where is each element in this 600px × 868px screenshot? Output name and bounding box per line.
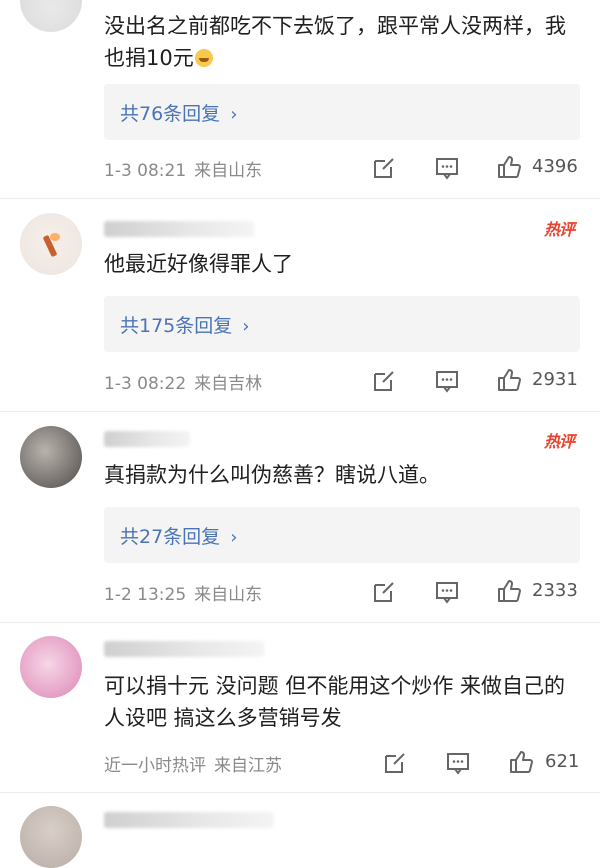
share-icon[interactable] — [382, 750, 408, 776]
share-icon[interactable] — [371, 155, 397, 181]
comment-meta: 1-2 13:25 来自山东 — [104, 580, 262, 605]
comment-meta: 近一小时热评 来自江苏 — [104, 751, 282, 776]
avatar[interactable] — [20, 0, 82, 32]
comment-time: 1-2 13:25 — [104, 585, 187, 605]
view-replies-link[interactable]: 共76条回复 › — [120, 99, 237, 126]
comment-text: 真捐款为什么叫伪慈善？瞎说八道。 — [104, 463, 440, 487]
chevron-right-icon: › — [242, 316, 250, 337]
divider — [0, 622, 600, 623]
comment-meta: 1-3 08:21 来自山东 — [104, 156, 262, 181]
like-count: 4396 — [532, 156, 578, 177]
comment-location: 来自山东 — [194, 585, 263, 605]
like-icon[interactable] — [496, 578, 522, 604]
comment-time: 近一小时热评 — [104, 756, 206, 776]
comment-text: 没出名之前都吃不下去饭了，跟平常人没两样，我也捐10元 — [104, 10, 576, 74]
avatar[interactable] — [20, 213, 82, 275]
laughing-crying-emoji-icon — [194, 49, 213, 67]
like-count: 621 — [545, 751, 580, 772]
reply-box[interactable]: 共27条回复 › — [104, 507, 580, 563]
chevron-right-icon: › — [230, 104, 238, 125]
divider — [0, 198, 600, 199]
reply-box[interactable]: 共175条回复 › — [104, 296, 580, 352]
divider — [0, 411, 600, 412]
comment-text: 他最近好像得罪人了 — [104, 252, 293, 276]
like-count: 2333 — [532, 580, 578, 601]
username-blurred[interactable] — [104, 431, 190, 447]
avatar[interactable] — [20, 806, 82, 868]
replies-count: 共175条回复 — [120, 315, 233, 337]
view-replies-link[interactable]: 共27条回复 › — [120, 522, 237, 549]
share-icon[interactable] — [371, 579, 397, 605]
like-count: 2931 — [532, 369, 578, 390]
share-icon[interactable] — [371, 368, 397, 394]
avatar[interactable] — [20, 636, 82, 698]
comment-location: 来自江苏 — [214, 756, 282, 776]
view-replies-link[interactable]: 共175条回复 › — [120, 311, 249, 338]
chevron-right-icon: › — [230, 527, 238, 548]
comment-time: 1-3 08:22 — [104, 374, 187, 394]
comment-icon[interactable] — [434, 368, 460, 394]
hot-comment-badge: 热评 — [543, 220, 575, 239]
comment-meta: 1-3 08:22 来自吉林 — [104, 369, 262, 394]
comment-location: 来自吉林 — [194, 374, 263, 394]
reply-box[interactable]: 共76条回复 › — [104, 84, 580, 140]
avatar[interactable] — [20, 426, 82, 488]
like-icon[interactable] — [496, 367, 522, 393]
replies-count: 共76条回复 — [120, 103, 221, 125]
comment-location: 来自山东 — [194, 161, 263, 181]
comment-icon[interactable] — [434, 579, 460, 605]
comment-text: 可以捐十元 没问题 但不能用这个炒作 来做自己的人设吧 搞这么多营销号发 — [104, 674, 566, 730]
like-icon[interactable] — [508, 749, 534, 775]
replies-count: 共27条回复 — [120, 526, 221, 548]
comment-icon[interactable] — [434, 155, 460, 181]
comment-time: 1-3 08:21 — [104, 161, 187, 181]
comment-text-body: 没出名之前都吃不下去饭了，跟平常人没两样，我也捐10元 — [104, 14, 566, 70]
username-blurred[interactable] — [104, 221, 254, 237]
username-blurred[interactable] — [104, 641, 264, 657]
hot-comment-badge: 热评 — [543, 432, 575, 451]
username-blurred[interactable] — [104, 812, 274, 828]
comment-icon[interactable] — [445, 750, 471, 776]
like-icon[interactable] — [496, 154, 522, 180]
divider — [0, 792, 600, 793]
